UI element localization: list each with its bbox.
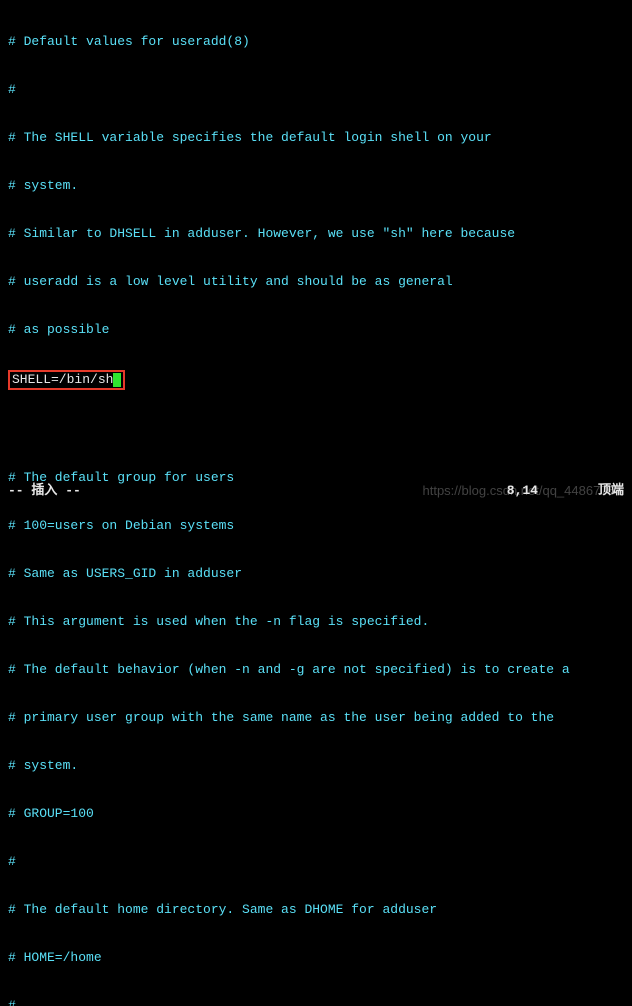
- shell-value: SHELL=/bin/sh: [12, 372, 113, 387]
- comment-line: # Default values for useradd(8): [8, 34, 624, 50]
- comment-line: # as possible: [8, 322, 624, 338]
- comment-line: # The default home directory. Same as DH…: [8, 902, 624, 918]
- comment-line: # useradd is a low level utility and sho…: [8, 274, 624, 290]
- comment-line: # primary user group with the same name …: [8, 710, 624, 726]
- comment-line: #: [8, 998, 624, 1006]
- comment-line: # system.: [8, 758, 624, 774]
- highlight-box: SHELL=/bin/sh: [8, 370, 125, 390]
- comment-line: # GROUP=100: [8, 806, 624, 822]
- blank-line: [8, 422, 624, 438]
- comment-line: # Similar to DHSELL in adduser. However,…: [8, 226, 624, 242]
- shell-assignment-line: SHELL=/bin/sh: [8, 370, 624, 390]
- scroll-position: 顶端: [598, 483, 624, 499]
- vim-mode-indicator: -- 插入 --: [8, 483, 81, 499]
- comment-line: # Same as USERS_GID in adduser: [8, 566, 624, 582]
- comment-line: # The SHELL variable specifies the defau…: [8, 130, 624, 146]
- terminal-editor[interactable]: # Default values for useradd(8) # # The …: [0, 0, 632, 1006]
- cursor: [113, 373, 121, 387]
- cursor-position: 8,14: [81, 483, 598, 499]
- comment-line: # This argument is used when the -n flag…: [8, 614, 624, 630]
- comment-line: #: [8, 82, 624, 98]
- comment-line: #: [8, 854, 624, 870]
- vim-status-bar: -- 插入 -- 8,14 顶端: [0, 483, 632, 499]
- comment-line: # HOME=/home: [8, 950, 624, 966]
- comment-line: # 100=users on Debian systems: [8, 518, 624, 534]
- comment-line: # The default behavior (when -n and -g a…: [8, 662, 624, 678]
- comment-line: # system.: [8, 178, 624, 194]
